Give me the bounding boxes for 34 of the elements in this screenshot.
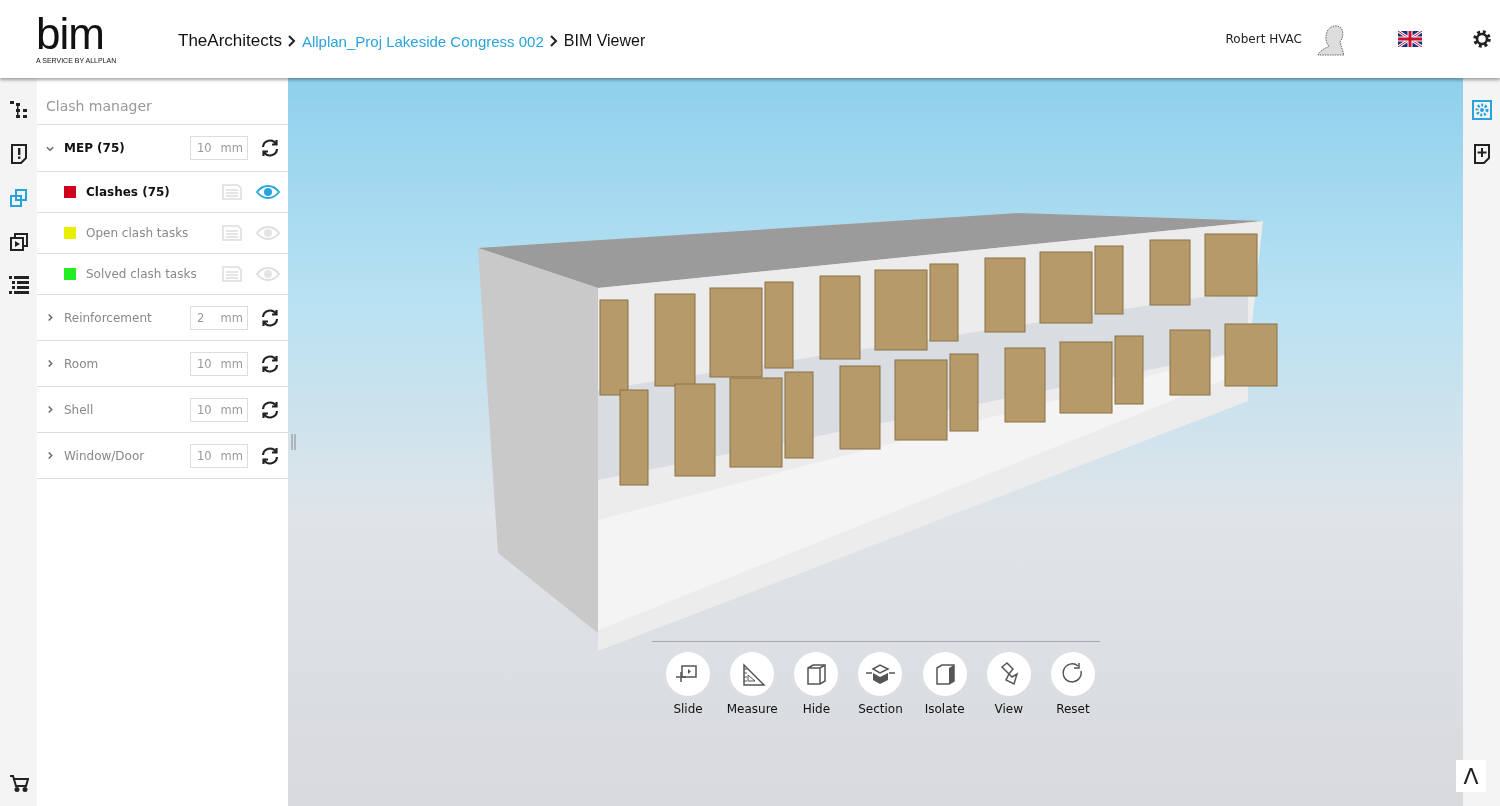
chevron-right-icon [287,35,296,47]
collapse-toolbar-button[interactable]: Λ [1456,760,1486,792]
add-document-icon[interactable] [1472,144,1491,164]
breadcrumb-link[interactable]: TheArchitects [178,31,282,51]
clash-category-label[interactable]: Open clash tasks [86,226,222,240]
clash-group-name[interactable]: Reinforcement [64,310,190,325]
list-icon[interactable] [8,276,29,294]
panel-resize-handle[interactable] [291,434,296,450]
chevron-right-icon [549,35,558,47]
clash-group-name[interactable]: MEP (75) [64,141,190,155]
refresh-icon[interactable] [260,399,280,420]
chevron-right-icon[interactable] [46,405,54,414]
tree-icon[interactable] [8,100,29,120]
overlapping-squares-icon[interactable] [8,188,29,208]
chevron-right-icon[interactable] [46,451,54,460]
clash-group-name[interactable]: Room [64,356,190,371]
warning-document-icon[interactable] [9,144,28,164]
clash-group-name[interactable]: Shell [64,402,190,417]
refresh-icon[interactable] [260,445,280,466]
settings-icon[interactable] [1472,29,1492,49]
refresh-icon[interactable] [260,353,280,374]
flag-icon[interactable] [1398,31,1422,47]
refresh-icon[interactable] [260,138,280,158]
user-name: Robert HVAC [1225,32,1302,46]
slides-icon[interactable] [8,232,29,252]
chevron-right-icon[interactable] [46,359,54,368]
refresh-icon[interactable] [260,307,280,328]
breadcrumb-current[interactable]: BIM Viewer [563,32,646,50]
eye-icon[interactable] [256,184,280,200]
cart-icon[interactable] [8,774,29,792]
chevron-right-icon[interactable] [46,313,54,322]
clash-category-label[interactable]: Clashes (75) [86,185,222,199]
clash-category-label[interactable]: Solved clash tasks [86,267,222,281]
clash-group-name[interactable]: Window/Door [64,448,190,463]
